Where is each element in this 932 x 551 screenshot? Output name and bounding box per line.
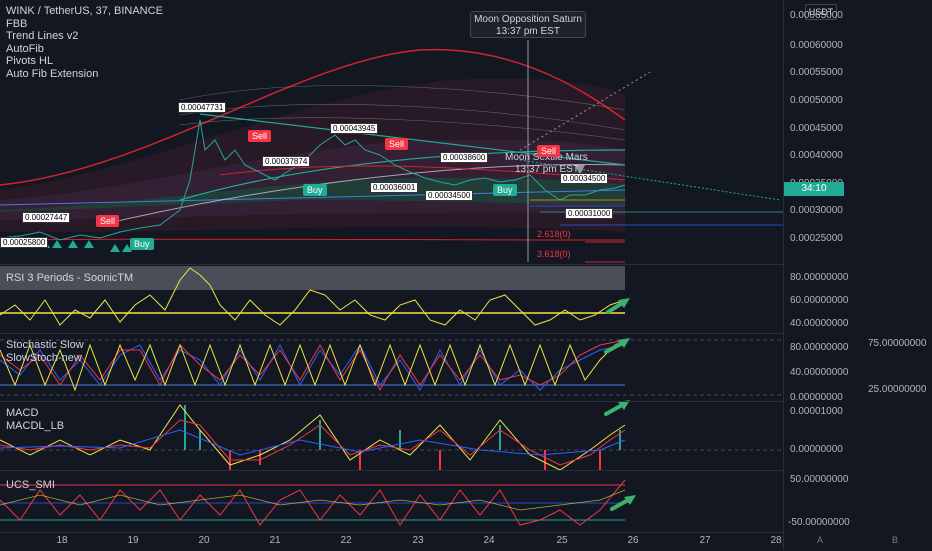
price-tick: 0.00030000	[790, 205, 843, 216]
price-box-label: 0.00038600	[440, 152, 489, 163]
buy-signal: Buy	[493, 184, 517, 196]
time-label: 20	[198, 535, 210, 546]
fib-label: 3.618(0)	[537, 249, 571, 259]
legend-auto-fib-ext[interactable]: Auto Fib Extension	[6, 68, 163, 81]
price-tick: 0.00040000	[790, 150, 843, 161]
price-box-label: 0.00037874	[262, 156, 311, 167]
price-box-label: 0.00047731	[178, 102, 227, 113]
buy-signal: Buy	[130, 238, 154, 250]
stoch-tick-right: 75.00000000	[868, 338, 927, 349]
macd-tick: 0.00000000	[790, 444, 843, 455]
stoch-tick-right: 25.00000000	[868, 384, 927, 395]
legend-trend-lines[interactable]: Trend Lines v2	[6, 30, 163, 43]
price-box-label: 0.00027447	[22, 212, 71, 223]
price-box-label: 0.00043945	[330, 123, 379, 134]
price-box-label: 0.00034500	[425, 190, 474, 201]
smi-tick: -50.00000000	[788, 517, 850, 528]
price-tick: 0.00050000	[790, 95, 843, 106]
time-label: 18	[56, 535, 68, 546]
rsi-tick: 40.00000000	[790, 318, 849, 329]
macd-tick: 0.00001000	[790, 406, 843, 417]
price-tick: 0.00055000	[790, 67, 843, 78]
tooltip-time: 13:37 pm EST	[496, 26, 560, 37]
time-label: 21	[269, 535, 281, 546]
legend-autofib[interactable]: AutoFib	[6, 43, 163, 56]
legend-symbol[interactable]: WINK / TetherUS, 37, BINANCE	[6, 5, 163, 18]
time-label: 19	[127, 535, 139, 546]
macd-lb-title[interactable]: MACDL_LB	[6, 420, 64, 433]
fib-label: 2.618(0)	[537, 229, 571, 239]
time-label: 22	[340, 535, 352, 546]
sell-signal: Sell	[96, 215, 120, 227]
stoch-tick: 0.00000000	[790, 392, 843, 403]
price-box-label: 0.00025800	[0, 237, 49, 248]
price-tick: 0.00025000	[790, 233, 843, 244]
time-label: 24	[483, 535, 495, 546]
time-label: 26	[627, 535, 639, 546]
tooltip-title: Moon Opposition Saturn	[474, 14, 582, 25]
price-tick: 0.00045000	[790, 123, 843, 134]
event-tooltip: Moon Opposition Saturn 13:37 pm EST	[470, 11, 586, 38]
sell-signal: Sell	[385, 138, 409, 150]
rsi-tick: 60.00000000	[790, 295, 849, 306]
smi-title[interactable]: UCS_SMI	[6, 479, 55, 492]
legend-fbb[interactable]: FBB	[6, 18, 163, 31]
price-axis[interactable]: USDT 0.00065000 0.00060000 0.00055000 0.…	[783, 0, 932, 550]
time-label: 27	[699, 535, 711, 546]
rsi-tick: 80.00000000	[790, 272, 849, 283]
price-box-label: 0.00031000	[565, 208, 614, 219]
rsi-title[interactable]: RSI 3 Periods - SoonicTM	[6, 272, 133, 285]
price-box-label: 0.00036001	[370, 182, 419, 193]
time-label: 23	[412, 535, 424, 546]
macd-title[interactable]: MACD	[6, 407, 38, 420]
current-price-tag: 34:10	[784, 182, 844, 196]
stoch-new-title[interactable]: SlowStoch-new	[6, 352, 82, 365]
price-box-label: 0.00034500	[560, 173, 609, 184]
time-label: 28	[770, 535, 782, 546]
smi-tick: 50.00000000	[790, 474, 849, 485]
price-tick: 0.00060000	[790, 40, 843, 51]
price-tick: 0.00065000	[790, 10, 843, 21]
stoch-title[interactable]: Stochastic Slow	[6, 339, 84, 352]
auto-scale-button[interactable]: A	[817, 535, 823, 545]
stoch-tick: 40.00000000	[790, 367, 849, 378]
stoch-tick: 80.00000000	[790, 342, 849, 353]
log-scale-button[interactable]: B	[892, 535, 898, 545]
sell-signal: Sell	[537, 145, 561, 157]
buy-signal: Buy	[303, 184, 327, 196]
legend-pivots[interactable]: Pivots HL	[6, 55, 163, 68]
time-axis[interactable]	[0, 532, 783, 551]
main-legend: WINK / TetherUS, 37, BINANCE FBB Trend L…	[6, 5, 163, 80]
sell-signal: Sell	[248, 130, 272, 142]
time-label: 25	[556, 535, 568, 546]
